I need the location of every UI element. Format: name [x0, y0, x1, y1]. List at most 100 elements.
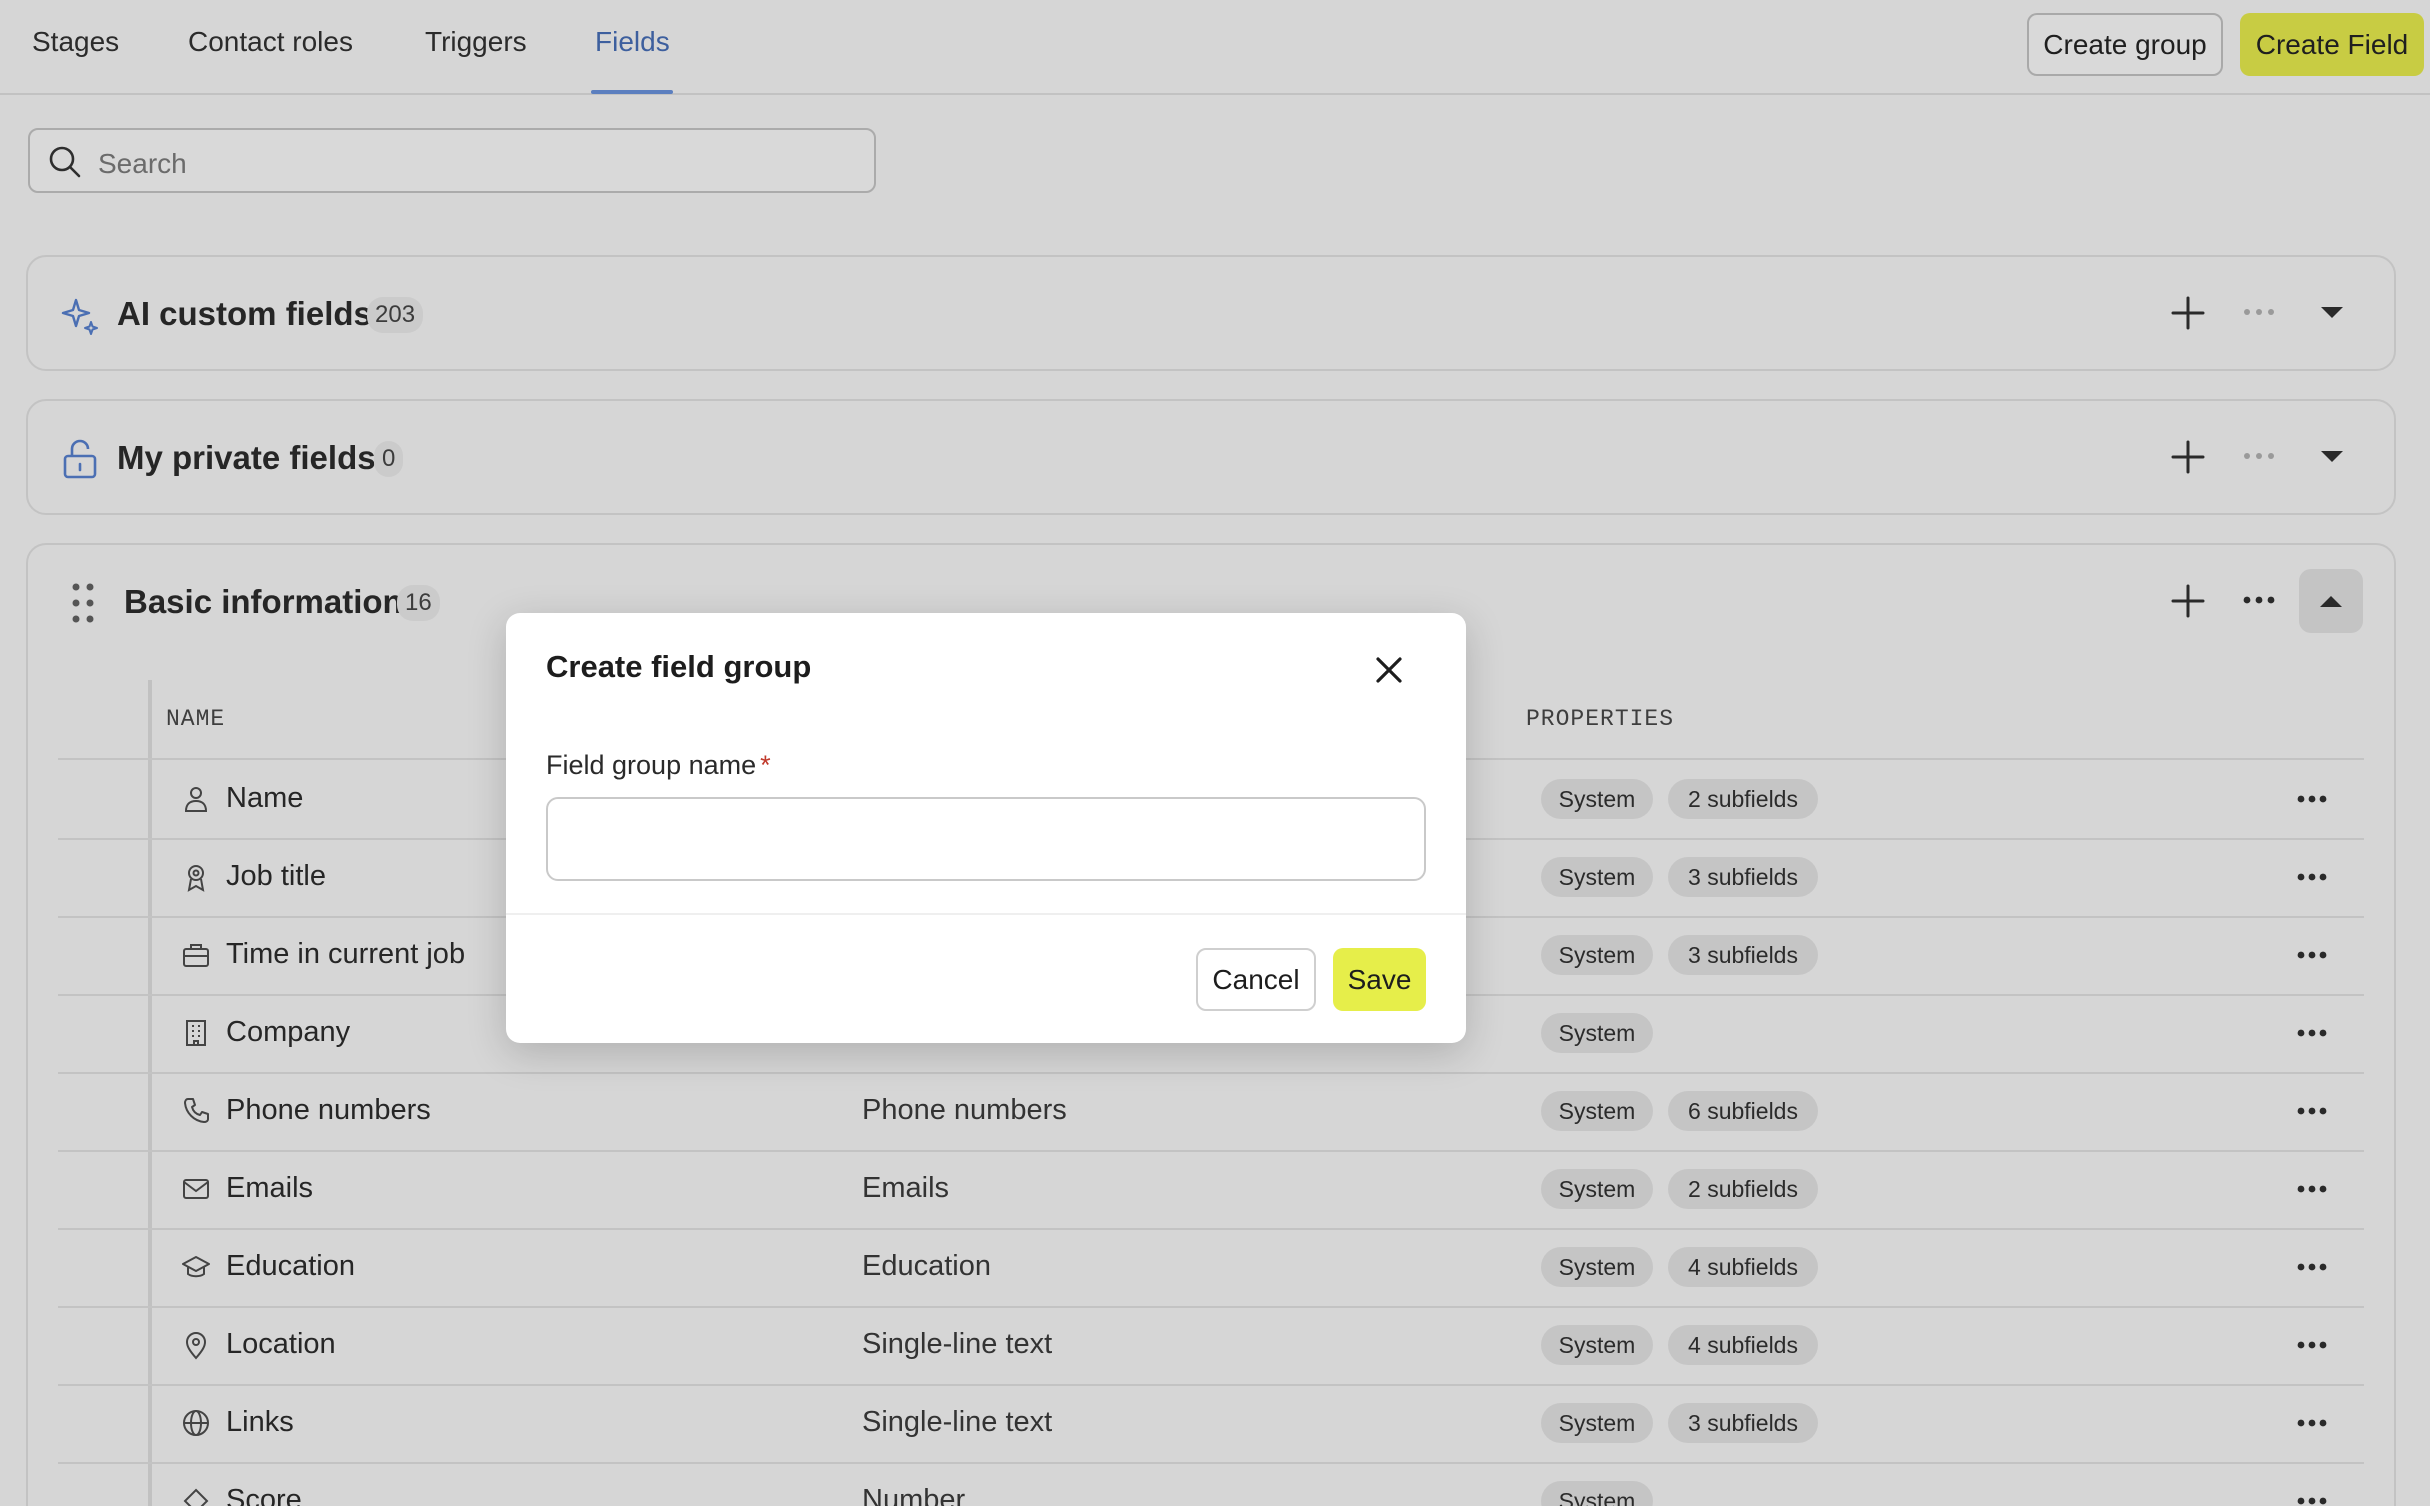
system-badge: System	[1541, 935, 1653, 975]
row-more-icon[interactable]	[2296, 1340, 2328, 1350]
system-badge: System	[1541, 779, 1653, 819]
row-more-icon[interactable]	[2296, 872, 2328, 882]
subfields-badge: 6 subfields	[1668, 1091, 1818, 1131]
search-input[interactable]: Search	[98, 148, 187, 180]
badge-icon	[187, 865, 205, 892]
row-divider	[58, 1462, 2364, 1464]
tab-fields[interactable]: Fields	[595, 26, 670, 58]
field-name[interactable]: Score	[226, 1484, 302, 1506]
person-icon	[184, 787, 208, 812]
field-name[interactable]: Phone numbers	[226, 1094, 431, 1127]
search-box[interactable]: Search	[28, 128, 876, 193]
top-navigation: Stages Contact roles Triggers Fields Cre…	[0, 0, 2430, 95]
plus-icon	[2171, 296, 2205, 330]
system-badge: System	[1541, 1091, 1653, 1131]
map-pin-icon	[185, 1332, 207, 1360]
search-icon	[49, 146, 81, 178]
drag-handle-icon[interactable]	[70, 581, 96, 625]
plus-icon	[2171, 440, 2205, 474]
group-my-private-fields: My private fields 0	[26, 399, 2396, 515]
more-icon	[2244, 309, 2274, 315]
briefcase-icon	[183, 944, 209, 967]
subfields-badge: 4 subfields	[1668, 1325, 1818, 1365]
create-field-button[interactable]: Create Field	[2240, 13, 2424, 76]
globe-icon	[183, 1410, 209, 1436]
group-more-button[interactable]	[2242, 595, 2276, 605]
more-icon	[2243, 596, 2275, 604]
field-type: Single-line text	[862, 1328, 1053, 1360]
system-badge: System	[1541, 1013, 1653, 1053]
system-badge: System	[1541, 1403, 1653, 1443]
field-group-name-input[interactable]	[546, 797, 1426, 881]
row-more-icon[interactable]	[2296, 1106, 2328, 1116]
add-field-button[interactable]	[2170, 439, 2206, 475]
row-more-icon[interactable]	[2296, 1418, 2328, 1428]
field-name[interactable]: Education	[226, 1250, 355, 1283]
field-type: Education	[862, 1250, 991, 1282]
active-tab-indicator	[591, 90, 673, 94]
row-divider	[58, 1228, 2364, 1230]
required-asterisk: *	[760, 750, 771, 780]
building-icon	[186, 1020, 206, 1046]
tab-triggers[interactable]: Triggers	[425, 26, 527, 58]
field-name[interactable]: Name	[226, 782, 303, 815]
system-badge: System	[1541, 1325, 1653, 1365]
group-count-badge: 0	[374, 441, 404, 477]
field-name[interactable]: Location	[226, 1328, 336, 1361]
create-group-button[interactable]: Create group	[2027, 13, 2223, 76]
subfields-badge: 3 subfields	[1668, 935, 1818, 975]
system-badge: System	[1541, 1247, 1653, 1287]
field-name[interactable]: Time in current job	[226, 938, 465, 971]
row-more-icon[interactable]	[2296, 1028, 2328, 1038]
group-title: My private fields	[117, 439, 376, 476]
chevron-down-icon	[2321, 451, 2343, 462]
plus-icon	[2171, 584, 2205, 618]
field-name[interactable]: Company	[226, 1016, 350, 1049]
expand-group-button[interactable]	[2319, 305, 2345, 321]
subfields-badge: 2 subfields	[1668, 779, 1818, 819]
field-type: Single-line text	[862, 1406, 1053, 1438]
dialog-footer-divider	[506, 913, 1466, 915]
dialog-title: Create field group	[546, 649, 812, 684]
field-type: Emails	[862, 1172, 950, 1204]
row-divider	[58, 1306, 2364, 1308]
tab-stages[interactable]: Stages	[32, 26, 119, 58]
chevron-down-icon	[2321, 307, 2343, 318]
close-icon[interactable]	[1374, 655, 1404, 685]
label-text: Field group name	[546, 750, 757, 780]
field-name[interactable]: Job title	[226, 860, 326, 893]
row-more-icon[interactable]	[2296, 1496, 2328, 1506]
row-more-icon[interactable]	[2296, 950, 2328, 960]
field-group-name-label: Field group name *	[546, 750, 771, 781]
score-icon	[183, 1488, 209, 1506]
row-more-icon[interactable]	[2296, 1184, 2328, 1194]
sparkle-icon	[61, 298, 98, 335]
save-button[interactable]: Save	[1333, 948, 1426, 1011]
system-badge: System	[1541, 857, 1653, 897]
subfields-badge: 3 subfields	[1668, 1403, 1818, 1443]
field-type: Phone numbers	[862, 1094, 1067, 1126]
collapse-group-button[interactable]	[2299, 569, 2363, 633]
row-divider	[58, 1072, 2364, 1074]
tab-contact-roles[interactable]: Contact roles	[188, 26, 353, 58]
group-more-button[interactable]	[2242, 307, 2276, 317]
row-more-icon[interactable]	[2296, 1262, 2328, 1272]
field-type: Number	[862, 1484, 966, 1506]
field-name[interactable]: Links	[226, 1406, 294, 1439]
mail-icon	[183, 1179, 209, 1199]
group-title: Basic information	[124, 583, 403, 620]
graduation-cap-icon	[182, 1256, 210, 1278]
chevron-up-icon	[2320, 596, 2342, 607]
expand-group-button[interactable]	[2319, 449, 2345, 465]
row-more-icon[interactable]	[2296, 794, 2328, 804]
add-field-button[interactable]	[2170, 583, 2206, 619]
field-name[interactable]: Emails	[226, 1172, 313, 1205]
group-more-button[interactable]	[2242, 451, 2276, 461]
table-left-border	[148, 680, 152, 1506]
cancel-button[interactable]: Cancel	[1196, 948, 1316, 1011]
subfields-badge: 3 subfields	[1668, 857, 1818, 897]
subfields-badge: 4 subfields	[1668, 1247, 1818, 1287]
add-field-button[interactable]	[2170, 295, 2206, 331]
more-icon	[2244, 453, 2274, 459]
lock-icon	[63, 439, 97, 479]
